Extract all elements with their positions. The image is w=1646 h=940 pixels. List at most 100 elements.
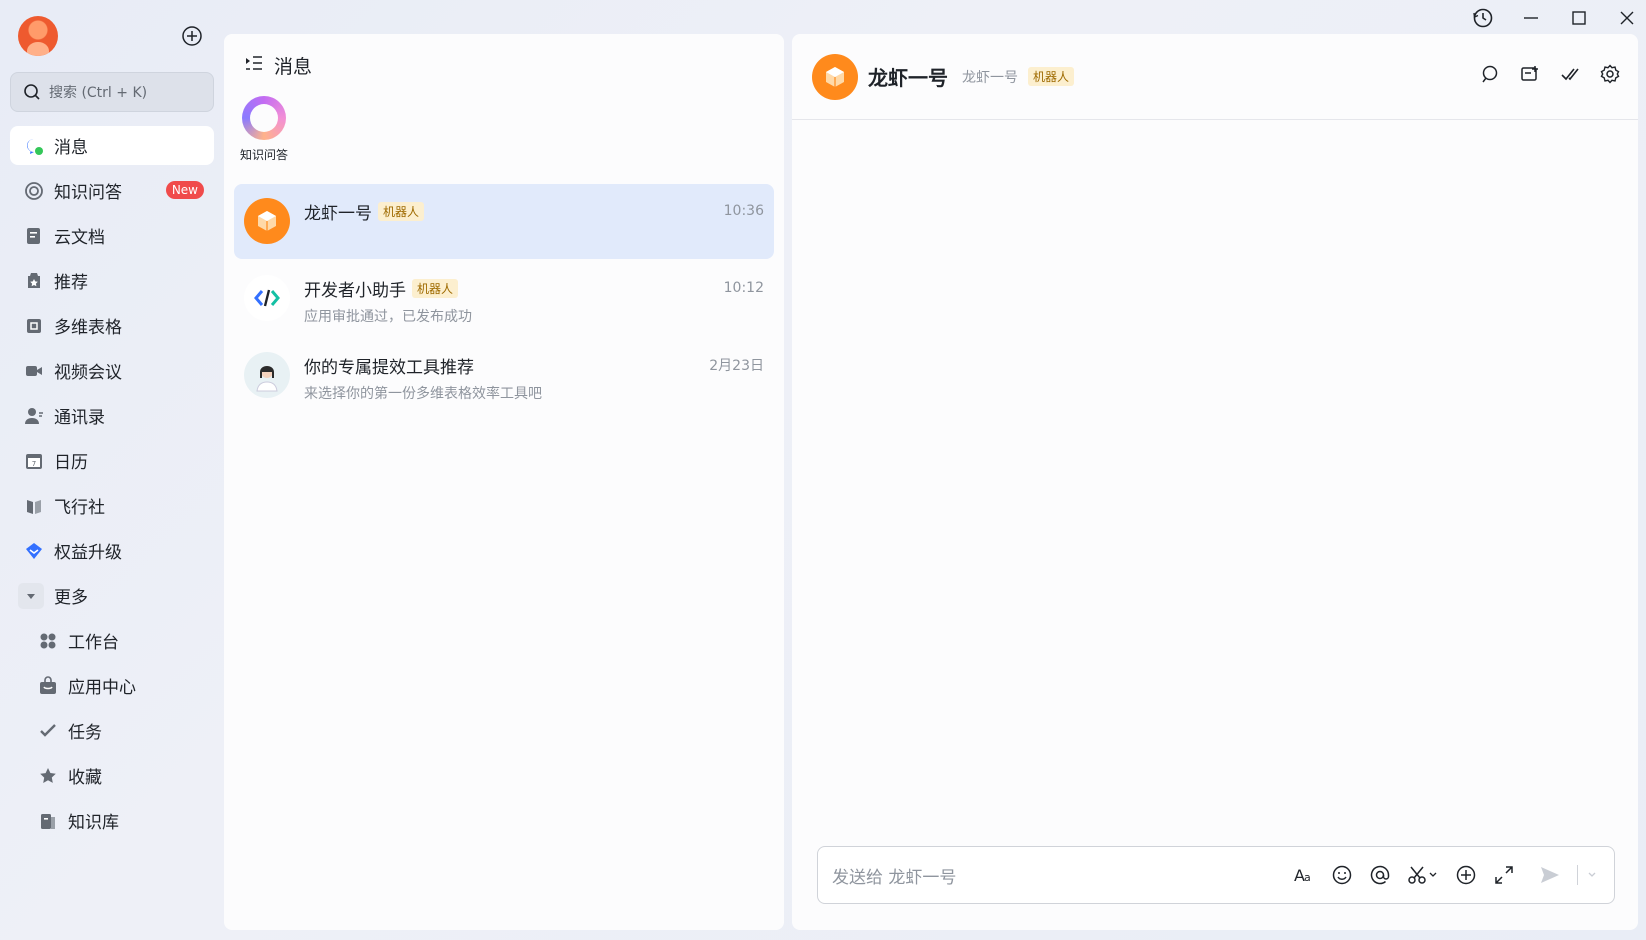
bot-tag: 机器人 xyxy=(378,201,425,221)
expand-icon[interactable] xyxy=(1493,864,1515,886)
star-icon xyxy=(38,766,58,786)
conversation-name: 龙虾一号 xyxy=(304,203,372,224)
sidebar-item-label: 视频会议 xyxy=(54,363,122,383)
add-to-group-icon[interactable] xyxy=(1520,64,1540,84)
composer-placeholder: 发送给 龙虾一号 xyxy=(832,867,957,888)
user-avatar[interactable] xyxy=(18,16,58,56)
sidebar: 搜索 (Ctrl + K) 消息 知识问答 New 云文档 推荐 多维表格 视频… xyxy=(0,0,224,940)
calendar-icon: 7 xyxy=(24,451,44,471)
conversation-item[interactable]: 你的专属提效工具推荐 2月23日 来选择你的第一份多维表格效率工具吧 xyxy=(234,338,774,413)
new-badge: New xyxy=(165,181,204,199)
sidebar-item-app-center[interactable]: 应用中心 xyxy=(10,666,214,705)
conversation-time: 2月23日 xyxy=(709,358,764,374)
sidebar-item-label: 云文档 xyxy=(54,228,105,248)
mark-done-icon[interactable] xyxy=(1560,64,1580,84)
list-header: 消息 xyxy=(224,34,784,96)
window-controls xyxy=(1472,6,1638,30)
sidebar-item-contacts[interactable]: 通讯录 xyxy=(10,396,214,435)
video-meeting-icon xyxy=(24,361,44,381)
cloud-doc-icon xyxy=(24,226,44,246)
sidebar-item-calendar[interactable]: 7 日历 xyxy=(10,441,214,480)
sidebar-item-label: 飞行社 xyxy=(54,498,105,518)
sidebar-item-label: 知识问答 xyxy=(54,183,122,203)
sidebar-item-feixingshe[interactable]: 飞行社 xyxy=(10,486,214,525)
bot-tag: 机器人 xyxy=(412,278,459,298)
add-circle-icon[interactable] xyxy=(180,24,204,48)
search-chat-icon[interactable] xyxy=(1480,64,1500,84)
search-icon xyxy=(24,84,40,100)
sidebar-item-favorites[interactable]: 收藏 xyxy=(10,756,214,795)
knowledge-qa-icon xyxy=(24,181,44,201)
list-menu-icon[interactable] xyxy=(244,53,264,78)
sidebar-item-label: 权益升级 xyxy=(54,543,122,563)
workplace-icon xyxy=(38,631,58,651)
recommend-icon xyxy=(24,271,44,291)
sidebar-item-label: 任务 xyxy=(68,723,102,743)
sidebar-item-label: 通讯录 xyxy=(54,408,105,428)
sidebar-top xyxy=(10,0,214,72)
sidebar-item-recommend[interactable]: 推荐 xyxy=(10,261,214,300)
send-options-chevron-icon[interactable] xyxy=(1586,864,1598,886)
feixing-icon xyxy=(24,496,44,516)
settings-gear-icon[interactable] xyxy=(1600,64,1620,84)
sidebar-item-label: 更多 xyxy=(54,588,88,608)
sidebar-item-upgrade[interactable]: 权益升级 xyxy=(10,531,214,570)
conversation-preview: 来选择你的第一份多维表格效率工具吧 xyxy=(304,386,542,402)
chat-toolbar xyxy=(1480,64,1620,84)
collapse-arrow-icon xyxy=(18,582,44,609)
sidebar-item-more[interactable]: 更多 xyxy=(10,576,214,615)
close-icon[interactable] xyxy=(1616,7,1638,29)
add-attachment-icon[interactable] xyxy=(1455,864,1477,886)
send-icon[interactable] xyxy=(1539,864,1561,886)
sidebar-item-messages[interactable]: 消息 xyxy=(10,126,214,165)
text-format-icon[interactable]: Aa xyxy=(1293,864,1315,886)
sidebar-item-video-meeting[interactable]: 视频会议 xyxy=(10,351,214,390)
contacts-icon xyxy=(24,406,44,426)
sidebar-item-cloud-docs[interactable]: 云文档 xyxy=(10,216,214,255)
divider xyxy=(1577,865,1578,885)
message-composer[interactable]: 发送给 龙虾一号 Aa xyxy=(817,846,1615,904)
sidebar-item-label: 多维表格 xyxy=(54,318,122,338)
upgrade-diamond-icon xyxy=(24,541,44,561)
conversation-name: 你的专属提效工具推荐 xyxy=(304,357,474,378)
screenshot-scissors-icon[interactable] xyxy=(1407,864,1439,886)
conversation-time: 10:36 xyxy=(723,203,764,219)
chat-panel: 龙虾一号 龙虾一号 机器人 发送给 龙虾一号 Aa xyxy=(792,34,1638,930)
list-title: 消息 xyxy=(274,55,313,78)
conversation-list: 龙虾一号 机器人 10:36 开发者小助手 机器人 10:12 应用审批通过，已… xyxy=(234,184,774,415)
person-avatar xyxy=(244,352,290,398)
minimize-icon[interactable] xyxy=(1520,7,1542,29)
task-icon xyxy=(38,721,58,741)
search-input[interactable]: 搜索 (Ctrl + K) xyxy=(10,72,214,112)
bot-cube-avatar-icon xyxy=(244,198,290,244)
sidebar-item-label: 收藏 xyxy=(68,768,102,788)
conversation-time: 10:12 xyxy=(723,280,764,296)
sidebar-item-wiki[interactable]: 知识库 xyxy=(10,801,214,840)
conversation-item[interactable]: 龙虾一号 机器人 10:36 xyxy=(234,184,774,259)
sidebar-item-knowledge-qa[interactable]: 知识问答 New xyxy=(10,171,214,210)
quick-access-label: 知识问答 xyxy=(239,148,288,162)
sidebar-item-label: 日历 xyxy=(54,453,88,473)
knowledge-qa-ring-icon xyxy=(242,96,286,140)
bot-cube-avatar-icon[interactable] xyxy=(812,53,858,100)
sidebar-item-base[interactable]: 多维表格 xyxy=(10,306,214,345)
conversation-preview: 应用审批通过，已发布成功 xyxy=(304,309,472,325)
app-center-icon xyxy=(38,675,58,696)
conversation-item[interactable]: 开发者小助手 机器人 10:12 应用审批通过，已发布成功 xyxy=(234,261,774,336)
maximize-icon[interactable] xyxy=(1568,7,1590,29)
quick-access-knowledge-qa[interactable]: 知识问答 xyxy=(236,96,292,163)
chat-title[interactable]: 龙虾一号 xyxy=(868,62,948,91)
dev-assistant-avatar-icon xyxy=(244,275,290,321)
chat-header: 龙虾一号 龙虾一号 机器人 xyxy=(792,34,1638,120)
history-icon[interactable] xyxy=(1472,7,1494,29)
message-list-panel: 消息 知识问答 龙虾一号 机器人 10:36 开发者小助手 机器人 10:12 … xyxy=(224,34,784,930)
emoji-icon[interactable] xyxy=(1331,864,1353,886)
wiki-icon xyxy=(38,811,58,831)
mention-icon[interactable] xyxy=(1369,864,1391,886)
conversation-name: 开发者小助手 xyxy=(304,280,406,301)
base-table-icon xyxy=(24,316,44,336)
bot-tag: 机器人 xyxy=(1028,67,1075,86)
sidebar-item-tasks[interactable]: 任务 xyxy=(10,711,214,750)
composer-toolbar: Aa xyxy=(1293,864,1614,886)
sidebar-item-workplace[interactable]: 工作台 xyxy=(10,621,214,660)
